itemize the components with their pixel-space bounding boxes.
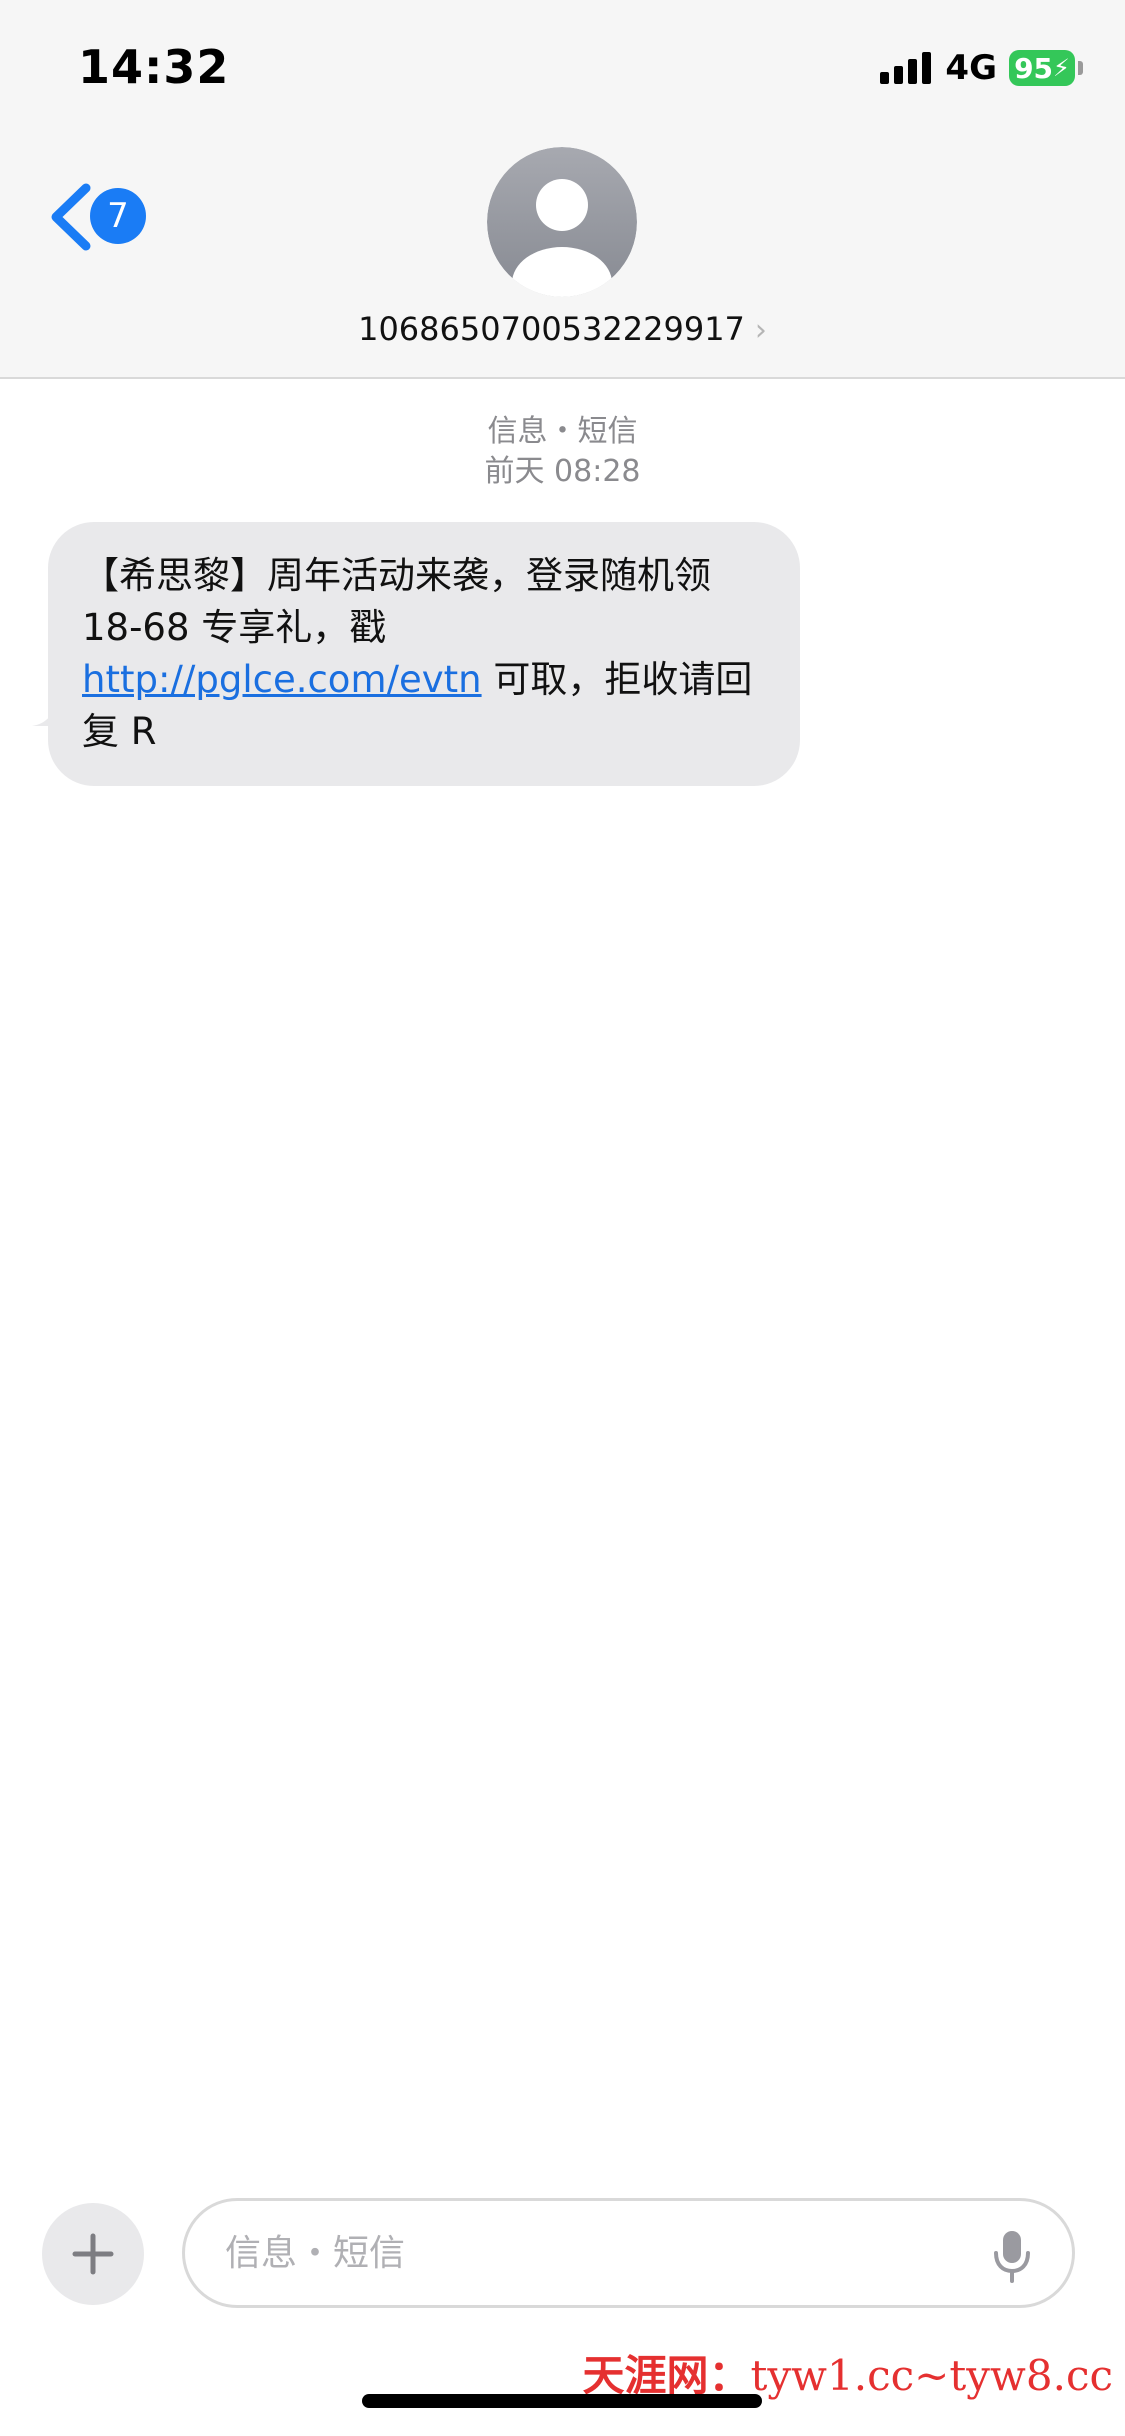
message-text: 【希思黎】周年活动来袭，登录随机领 18-68 专享礼，戳: [82, 554, 711, 649]
watermark-domains: tyw1.cc~tyw8.cc: [750, 2351, 1113, 2400]
service-label: 信息・短信: [487, 414, 638, 449]
contact-number: 1068650700532229917: [358, 310, 745, 348]
message-timestamp: 前天 08:28: [484, 454, 641, 489]
unread-count-badge[interactable]: 7: [90, 188, 146, 244]
battery-level: 95: [1014, 51, 1054, 85]
home-indicator: [362, 2394, 762, 2408]
chevron-right-icon: ›: [754, 313, 767, 348]
status-indicators: 4G 95 ⚡: [880, 48, 1083, 88]
conversation-header: 14:32 4G 95 ⚡ 7 1068650700532229917 ›: [0, 0, 1125, 379]
incoming-message-bubble[interactable]: 【希思黎】周年活动来袭，登录随机领 18-68 专享礼，戳 http://pgl…: [48, 522, 800, 786]
status-time: 14:32: [78, 40, 230, 94]
message-input[interactable]: [223, 2231, 947, 2275]
apps-plus-button[interactable]: [42, 2203, 144, 2305]
message-input-container[interactable]: [182, 2198, 1075, 2308]
back-chevron-icon[interactable]: [48, 182, 94, 252]
message-meta: 信息・短信 前天 08:28: [0, 412, 1125, 492]
microphone-icon[interactable]: [992, 2229, 1032, 2283]
messages-screen: 14:32 4G 95 ⚡ 7 1068650700532229917 › 信息…: [0, 0, 1125, 2436]
battery-icon: 95 ⚡: [1009, 50, 1075, 86]
contact-name-row[interactable]: 1068650700532229917 ›: [0, 310, 1125, 348]
battery-cap: [1078, 61, 1083, 75]
contact-avatar-icon[interactable]: [487, 147, 637, 297]
message-link[interactable]: http://pglce.com/evtn: [82, 658, 482, 701]
network-type: 4G: [945, 48, 997, 88]
signal-icon: [880, 52, 932, 84]
watermark-site-name: 天涯网：: [582, 2351, 751, 2400]
plus-icon: [72, 2233, 114, 2275]
